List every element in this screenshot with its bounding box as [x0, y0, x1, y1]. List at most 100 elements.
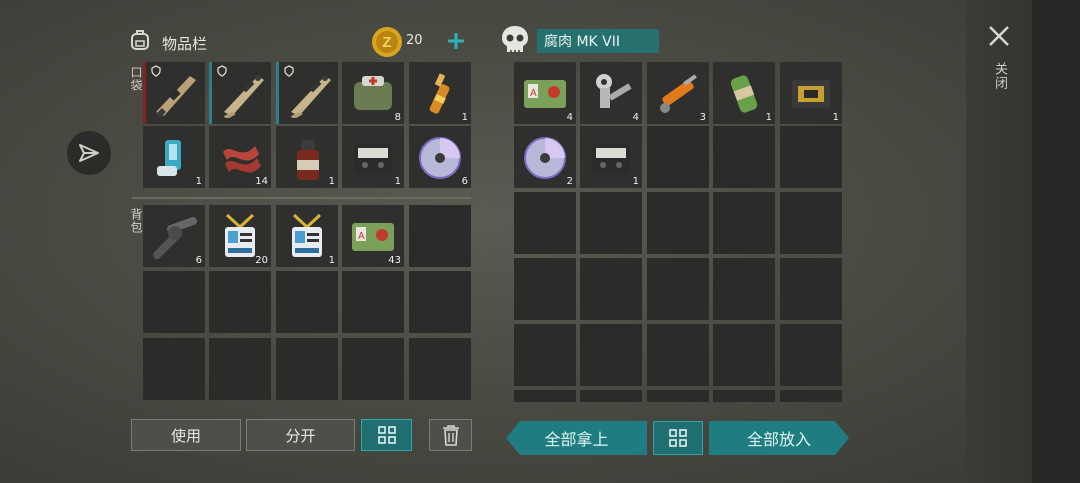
- empty-slot[interactable]: [342, 338, 404, 400]
- empty-slot[interactable]: [276, 271, 338, 333]
- inventory-slot[interactable]: 1: [143, 126, 205, 188]
- put-all-button[interactable]: 全部放入: [709, 421, 849, 455]
- empty-slot[interactable]: [514, 192, 576, 254]
- access-card-icon: A: [352, 223, 394, 251]
- inventory-title: 物品栏: [162, 35, 208, 53]
- ampoule-icon: [429, 73, 450, 114]
- empty-slot[interactable]: [647, 390, 709, 402]
- empty-slot[interactable]: [780, 258, 842, 320]
- empty-slot[interactable]: [514, 390, 576, 402]
- empty-slot[interactable]: [647, 324, 709, 386]
- send-icon: [79, 144, 99, 162]
- item-count: 6: [461, 176, 468, 187]
- inventory-slot[interactable]: 1: [713, 62, 775, 124]
- item-count: 1: [328, 255, 335, 266]
- empty-slot[interactable]: [780, 390, 842, 402]
- robot-arm-icon: [596, 74, 632, 108]
- empty-slot[interactable]: [514, 324, 576, 386]
- medicine-bottle-icon: [297, 140, 319, 180]
- empty-slot[interactable]: [580, 192, 642, 254]
- item-count: 43: [388, 255, 401, 266]
- pipe-fitting-icon: [153, 217, 197, 259]
- empty-slot[interactable]: [342, 271, 404, 333]
- empty-slot[interactable]: [713, 126, 775, 188]
- close-label[interactable]: 关闭: [990, 62, 1009, 90]
- share-button[interactable]: [67, 131, 111, 175]
- delete-button[interactable]: [429, 419, 472, 451]
- item-count: 4: [632, 112, 639, 123]
- vhs-tape-icon: [592, 144, 630, 172]
- pocket-divider: [132, 197, 471, 199]
- inventory-slot[interactable]: 1: [342, 126, 404, 188]
- take-all-button[interactable]: 全部拿上: [506, 421, 647, 455]
- access-card-icon: A: [524, 80, 566, 108]
- item-count: 3: [699, 112, 706, 123]
- inventory-slot[interactable]: 1: [580, 126, 642, 188]
- empty-slot[interactable]: [713, 192, 775, 254]
- item-count: 1: [632, 176, 639, 187]
- empty-slot[interactable]: [713, 390, 775, 402]
- hydraulic-cylinder-icon: [660, 74, 697, 113]
- close-icon[interactable]: [988, 25, 1010, 47]
- sort-right-button[interactable]: [653, 421, 703, 455]
- backpack-icon: [131, 30, 149, 50]
- vhs-tape-icon: [354, 144, 392, 172]
- container-title: 腐肉 MK VII: [537, 29, 659, 53]
- empty-slot[interactable]: [143, 271, 205, 333]
- empty-slot[interactable]: [209, 338, 271, 400]
- cd-disc-icon: [419, 137, 461, 179]
- use-button[interactable]: 使用: [131, 419, 241, 451]
- inventory-slot[interactable]: A 43: [342, 205, 404, 267]
- empty-slot[interactable]: [209, 271, 271, 333]
- inventory-slot[interactable]: 20: [209, 205, 271, 267]
- empty-slot[interactable]: [780, 192, 842, 254]
- empty-slot[interactable]: [647, 258, 709, 320]
- inventory-slot[interactable]: 4: [580, 62, 642, 124]
- sort-left-button[interactable]: [361, 419, 412, 451]
- empty-slot[interactable]: [647, 192, 709, 254]
- skull-icon: [502, 26, 528, 53]
- inventory-slot[interactable]: 1: [276, 126, 338, 188]
- empty-slot[interactable]: [409, 271, 471, 333]
- item-count: 8: [394, 112, 401, 123]
- empty-slot[interactable]: [409, 338, 471, 400]
- empty-slot[interactable]: [409, 205, 471, 267]
- empty-slot[interactable]: [276, 338, 338, 400]
- empty-slot[interactable]: [780, 324, 842, 386]
- inventory-slot[interactable]: [209, 62, 271, 124]
- inventory-slot[interactable]: [143, 62, 205, 124]
- empty-slot[interactable]: [580, 390, 642, 402]
- empty-slot[interactable]: [143, 338, 205, 400]
- inhaler-icon: [157, 140, 181, 176]
- item-count: 1: [394, 176, 401, 187]
- inventory-slot[interactable]: 14: [209, 126, 271, 188]
- inventory-slot[interactable]: [276, 62, 338, 124]
- split-button[interactable]: 分开: [246, 419, 355, 451]
- inventory-slot[interactable]: 6: [143, 205, 205, 267]
- empty-slot[interactable]: [780, 126, 842, 188]
- item-count: 1: [832, 112, 839, 123]
- inventory-slot[interactable]: 6: [409, 126, 471, 188]
- bacon-icon: [223, 146, 261, 173]
- item-count: 1: [195, 176, 202, 187]
- empty-slot[interactable]: [713, 258, 775, 320]
- inventory-slot[interactable]: 1: [276, 205, 338, 267]
- inventory-slot[interactable]: 8: [342, 62, 404, 124]
- circuit-board-icon: [792, 80, 830, 108]
- id-badge-icon: [292, 213, 322, 257]
- inventory-slot[interactable]: A4: [514, 62, 576, 124]
- empty-slot[interactable]: [713, 324, 775, 386]
- inventory-slot[interactable]: 3: [647, 62, 709, 124]
- inventory-slot[interactable]: 1: [780, 62, 842, 124]
- empty-slot[interactable]: [514, 258, 576, 320]
- add-coins-icon[interactable]: [446, 31, 466, 51]
- empty-slot[interactable]: [580, 324, 642, 386]
- canister-icon: [730, 75, 758, 113]
- empty-slot[interactable]: [647, 126, 709, 188]
- cd-disc-icon: [524, 137, 566, 179]
- inventory-slot[interactable]: 2: [514, 126, 576, 188]
- inventory-slot[interactable]: 1: [409, 62, 471, 124]
- empty-slot[interactable]: [580, 258, 642, 320]
- svg-text:A: A: [358, 231, 365, 242]
- item-count: 2: [566, 176, 573, 187]
